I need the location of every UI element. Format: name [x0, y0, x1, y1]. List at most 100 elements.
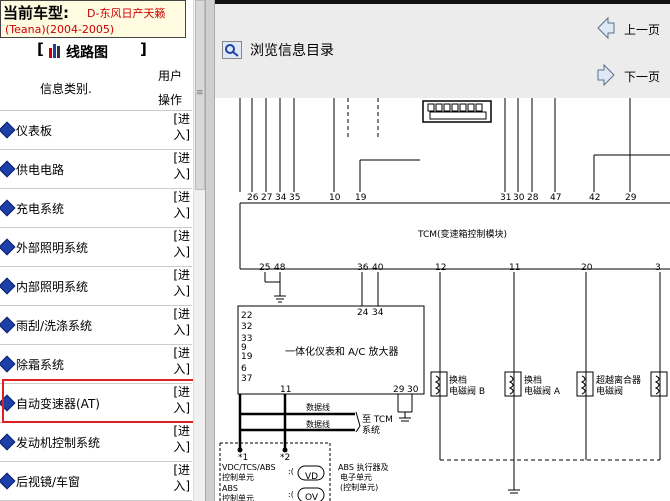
enter-link-line2: 入]: [173, 362, 190, 376]
enter-link[interactable]: [进入]: [168, 345, 190, 377]
wiring-diagram-icon: [48, 42, 62, 58]
pane-splitter[interactable]: [205, 0, 215, 501]
enter-link-line2: 入]: [173, 167, 190, 181]
list-item-label[interactable]: 供电电路: [16, 161, 64, 178]
enter-link[interactable]: [进入]: [168, 306, 190, 338]
diamond-bullet-icon: [0, 316, 16, 334]
enter-link-line1: [进: [173, 346, 190, 360]
wiring-diagram: TCM(变速箱控制模块) 26 27 34 35 10 19 31 30 28 47 42 29 25…: [215, 98, 670, 501]
diamond-bullet-icon: [0, 121, 16, 139]
arrow-left-icon: [596, 16, 616, 40]
tcm-top-pin: 10: [329, 193, 341, 203]
tcm-top-pin: 19: [355, 193, 367, 203]
meter-top-pin: 24: [357, 308, 369, 318]
abs-actuator-line2: 电子单元: [340, 472, 372, 482]
catalog-magnifier-icon: [222, 41, 242, 59]
list-item[interactable]: 仪表板 [进入]: [0, 111, 192, 150]
enter-link[interactable]: [进 入]: [168, 228, 190, 260]
overrun-solenoid-line1: 超越离合器: [596, 374, 641, 386]
meter-bottom-pin: 29: [393, 385, 405, 395]
solenoid-a-line1: 换档: [524, 374, 542, 386]
tcm-label: TCM(变速箱控制模块): [417, 228, 507, 240]
tcm-top-pin: 31: [500, 193, 511, 203]
meter-top-pin: 34: [372, 308, 384, 318]
data-line-label-1: 数据线: [306, 402, 330, 412]
list-item[interactable]: 发动机控制系统 [进入]: [0, 423, 192, 462]
enter-link[interactable]: [进 入]: [168, 150, 190, 182]
list-item-label[interactable]: 充电系统: [16, 200, 64, 217]
enter-link-line2: 入]: [173, 479, 190, 493]
list-item[interactable]: 后视镜/车窗 [进入]: [0, 462, 192, 501]
section-title-right-bracket: ]: [140, 40, 147, 58]
enter-link-line2: 入]: [173, 128, 190, 142]
next-page-button[interactable]: 下一页: [596, 63, 670, 91]
abs-control-unit-label: 控制单元: [222, 493, 254, 501]
section-title: [ 线路图 ]: [0, 40, 190, 64]
diamond-bullet-icon: [0, 355, 16, 373]
list-item-label[interactable]: 仪表板: [16, 122, 52, 139]
section-title-left-bracket: [: [37, 40, 44, 58]
svg-text::(: :(: [288, 467, 294, 476]
tcm-bottom-pin: 11: [509, 263, 520, 273]
abs-actuator-line1: ABS 执行器及: [338, 462, 388, 472]
tcm-top-pin: 26: [247, 193, 259, 203]
enter-link[interactable]: [进入]: [168, 462, 190, 494]
prev-page-label: 上一页: [624, 23, 661, 37]
diamond-bullet-icon: [0, 277, 16, 295]
scrollbar-grip-icon: ≡: [196, 88, 204, 98]
meter-left-pin: 22: [241, 311, 252, 321]
enter-link-line1: [进: [173, 463, 190, 477]
enter-link[interactable]: [进 入]: [168, 189, 190, 221]
prev-page-button[interactable]: 上一页: [596, 16, 670, 44]
list-item[interactable]: 充电系统 [进 入]: [0, 189, 192, 228]
enter-link[interactable]: [进入]: [168, 423, 190, 455]
vdc-tcs-abs-label: VDC/TCS/ABS: [222, 463, 276, 472]
enter-link-line1: [进: [173, 112, 190, 126]
list-item[interactable]: 外部照明系统 [进 入]: [0, 228, 192, 267]
tcm-bottom-pin: 36: [357, 263, 369, 273]
tcm-bottom-pin: 3: [655, 263, 661, 273]
data-line-label-2: 数据线: [306, 419, 330, 429]
tcm-top-pin: 47: [550, 193, 561, 203]
enter-link-line2: 入]: [173, 284, 190, 298]
meter-bottom-pin: 11: [280, 385, 291, 395]
list-item[interactable]: 供电电路 [进 入]: [0, 150, 192, 189]
list-item[interactable]: 内部照明系统 [进 入]: [0, 267, 192, 306]
tcm-bottom-pin: 48: [274, 263, 286, 273]
browse-catalog-label: 浏览信息目录: [250, 43, 334, 59]
enter-link-line1: [进: [173, 424, 190, 438]
enter-link-line2: 入]: [173, 323, 190, 337]
tcm-top-pin: 27: [261, 193, 272, 203]
enter-link-line1: [进: [173, 307, 190, 321]
diamond-bullet-icon: [0, 199, 16, 217]
arrow-right-icon: [596, 63, 616, 87]
list-item-label[interactable]: 发动机控制系统: [16, 434, 100, 451]
list-item-label[interactable]: 外部照明系统: [16, 239, 88, 256]
meter-left-pin: 37: [241, 374, 252, 384]
selection-highlight-box: [2, 379, 198, 423]
column-header-user-ops-line2: 操作: [158, 93, 183, 107]
next-page-label: 下一页: [624, 70, 661, 84]
list-item-label[interactable]: 后视镜/车窗: [16, 473, 80, 490]
overrun-solenoid-line2: 电磁阀: [596, 385, 623, 397]
enter-link-line2: 入]: [173, 440, 190, 454]
current-vehicle-box: 当前车型: D-东风日产天籁 (Teana)(2004-2005): [0, 0, 186, 38]
list-item-label[interactable]: 内部照明系统: [16, 278, 88, 295]
enter-link[interactable]: [进入]: [168, 111, 190, 143]
meter-bottom-pin: 30: [407, 385, 419, 395]
meter-left-pin: 32: [241, 322, 252, 332]
diamond-bullet-icon: [0, 433, 16, 451]
list-item[interactable]: 雨刮/洗涤系统 [进入]: [0, 306, 192, 345]
tcm-top-pin: 42: [589, 193, 600, 203]
vehicle-model-years: (Teana)(2004-2005): [5, 23, 115, 36]
tcm-top-pin: 30: [513, 193, 525, 203]
enter-link[interactable]: [进 入]: [168, 267, 190, 299]
tcm-top-pin: 35: [289, 193, 300, 203]
enter-link-line2: 入]: [173, 206, 190, 220]
list-item-label[interactable]: 除霜系统: [16, 356, 64, 373]
diamond-bullet-icon: [0, 472, 16, 490]
abs-actuator-line3: (控制单元): [340, 482, 378, 492]
solenoid-b-line2: 电磁阀 B: [449, 385, 485, 397]
list-item-label[interactable]: 雨刮/洗涤系统: [16, 317, 92, 334]
vehicle-model-name: D-东风日产天籁: [87, 7, 166, 20]
